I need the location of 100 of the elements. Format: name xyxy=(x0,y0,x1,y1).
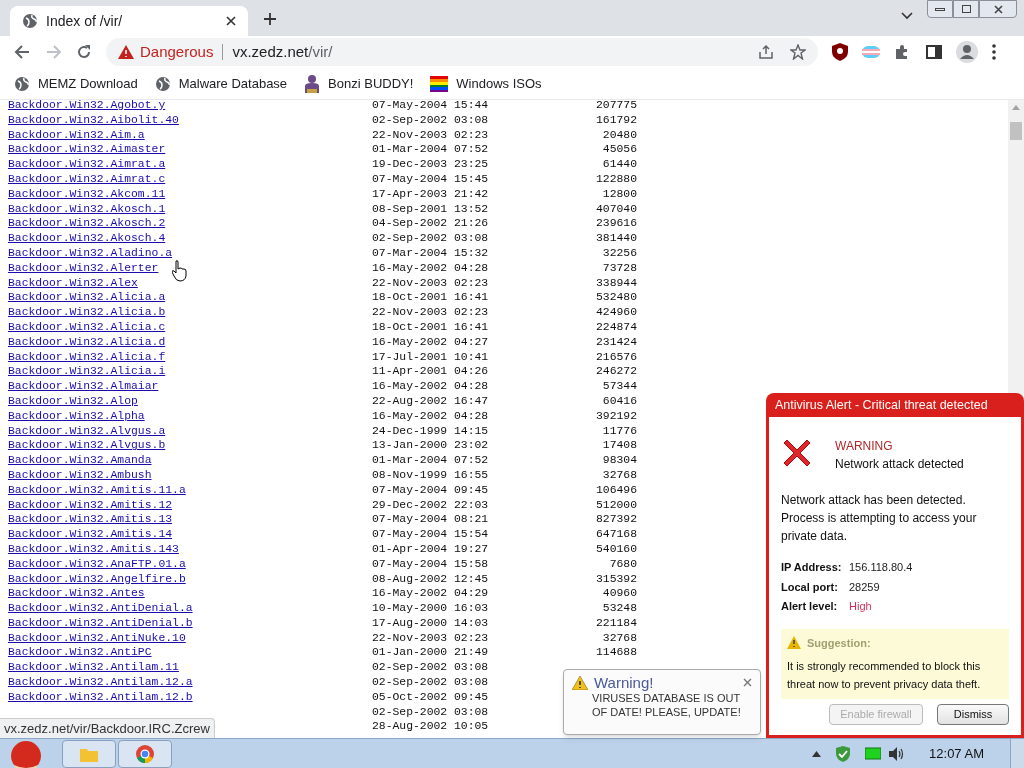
file-link[interactable]: Backdoor.Win32.AntiDenial.a xyxy=(8,602,193,615)
file-link[interactable]: Backdoor.Win32.Aimrat.a xyxy=(8,158,166,171)
file-link[interactable]: Backdoor.Win32.Almaiar xyxy=(8,380,159,393)
reload-icon[interactable] xyxy=(76,44,92,60)
file-link[interactable]: Backdoor.Win32.Alicia.i xyxy=(8,365,166,378)
file-link[interactable]: Backdoor.Win32.Akosch.1 xyxy=(8,202,166,215)
bookmark-link[interactable]: MEMZ Download xyxy=(14,73,138,94)
shield-icon[interactable] xyxy=(836,745,851,762)
date-cell-text: 17-Aug-2000 14:03 xyxy=(372,615,490,631)
date-cell-text: 02-Sep-2002 03:08 xyxy=(372,704,490,720)
file-link[interactable]: Backdoor.Win32.Amitis.14 xyxy=(8,528,173,541)
tray-arrow-icon[interactable] xyxy=(812,750,822,757)
size-cell: 53248 xyxy=(602,602,637,615)
date-cell-text: 01-Mar-2004 07:52 xyxy=(372,453,490,468)
size-cell: 73728 xyxy=(602,261,637,274)
file-link[interactable]: Backdoor.Win32.Aimrat.c xyxy=(8,173,166,185)
date-cell-text: 07-Mar-2004 15:32 xyxy=(372,245,490,261)
file-link[interactable]: Backdoor.Win32.Alop xyxy=(8,394,138,407)
dialog-button[interactable]: Dismiss xyxy=(937,704,1009,725)
toast-title: Warning! xyxy=(594,673,654,692)
file-link[interactable]: Backdoor.Win32.AntiDenial.b xyxy=(8,616,193,629)
new-tab-icon[interactable] xyxy=(264,13,276,25)
file-link[interactable]: Backdoor.Win32.AntiNuke.10 xyxy=(8,631,186,644)
clock[interactable]: 12:07 AM xyxy=(929,743,984,764)
file-link[interactable]: Backdoor.Win32.Amitis.143 xyxy=(8,542,179,555)
size-cell: 216576 xyxy=(596,350,637,363)
file-link[interactable]: Backdoor.Win32.Antilam.12.a xyxy=(8,676,193,689)
file-link[interactable]: Backdoor.Win32.Alvgus.a xyxy=(8,424,166,437)
file-link[interactable]: Backdoor.Win32.Alicia.d xyxy=(8,335,166,348)
warning-subheading: Network attack detected xyxy=(835,456,964,473)
file-link[interactable]: Backdoor.Win32.Antilam.12.b xyxy=(8,690,193,703)
bookmark-link[interactable]: Windows ISOs xyxy=(430,73,542,94)
date-cell-text: 22-Nov-2003 02:23 xyxy=(372,127,490,143)
globe-icon xyxy=(14,75,30,92)
size-cell: 98304 xyxy=(602,454,637,467)
date-cell-text: 08-Aug-2002 12:45 xyxy=(372,571,490,587)
date-cell-text: 22-Nov-2003 02:23 xyxy=(372,305,490,320)
file-link[interactable]: Backdoor.Win32.Aimaster xyxy=(8,143,166,156)
file-link[interactable]: Backdoor.Win32.AnaFTP.01.a xyxy=(8,557,186,570)
browser-tab[interactable]: Index of /vir/ xyxy=(10,6,248,36)
file-link[interactable]: Backdoor.Win32.Antes xyxy=(8,587,145,600)
hand-cursor-icon xyxy=(172,260,188,282)
scrollbar-thumb[interactable] xyxy=(1010,122,1022,140)
date-cell-text: 22-Nov-2003 02:23 xyxy=(372,630,490,646)
date-cell-text: 02-Sep-2002 03:08 xyxy=(372,231,490,246)
date-cell-text: 01-Mar-2004 07:52 xyxy=(372,142,490,158)
file-link[interactable]: Backdoor.Win32.Alex xyxy=(8,276,138,289)
chrome-taskbar-button[interactable] xyxy=(118,739,172,768)
file-link[interactable]: Backdoor.Win32.Alvgus.b xyxy=(8,439,166,452)
speaker-icon[interactable] xyxy=(889,746,906,761)
file-link[interactable]: Backdoor.Win32.Alicia.c xyxy=(8,320,166,333)
file-link[interactable]: Backdoor.Win32.Akosch.4 xyxy=(8,232,166,245)
file-link[interactable]: Backdoor.Win32.Amitis.11.a xyxy=(8,483,186,496)
file-link[interactable]: Backdoor.Win32.Amitis.12 xyxy=(8,498,173,511)
share-icon[interactable] xyxy=(758,44,774,60)
minimize-button[interactable] xyxy=(927,0,953,18)
profile-icon[interactable] xyxy=(956,41,978,63)
file-link[interactable]: Backdoor.Win32.Akosch.2 xyxy=(8,217,166,230)
date-cell-text: 18-Oct-2001 16:41 xyxy=(372,319,490,335)
file-link[interactable]: Backdoor.Win32.Akcom.11 xyxy=(8,187,166,200)
date-cell-text: 29-Dec-2002 22:03 xyxy=(372,497,490,513)
menu-icon[interactable] xyxy=(992,44,996,60)
date-cell-text: 17-Apr-2003 21:42 xyxy=(372,186,490,202)
size-cell: 647168 xyxy=(596,528,637,541)
size-cell: 17408 xyxy=(602,439,637,452)
size-cell: 424960 xyxy=(596,306,637,319)
file-link[interactable]: Backdoor.Win32.Alpha xyxy=(8,409,145,422)
file-link[interactable]: Backdoor.Win32.Angelfire.b xyxy=(8,572,186,585)
chevron-icon[interactable] xyxy=(901,12,913,20)
side-panel-icon[interactable] xyxy=(926,44,942,60)
close-icon[interactable] xyxy=(226,16,236,26)
file-link[interactable]: Backdoor.Win32.Aim.a xyxy=(8,128,145,141)
file-link[interactable]: Backdoor.Win32.Antilam.11 xyxy=(8,661,179,674)
file-link[interactable]: Backdoor.Win32.Alicia.a xyxy=(8,291,166,304)
size-cell: 32768 xyxy=(602,631,637,644)
globe-icon xyxy=(154,75,171,92)
file-link[interactable]: Backdoor.Win32.Agobot.y xyxy=(8,100,166,111)
address-bar[interactable]: Dangerous vx.zedz.net/vir/ xyxy=(106,38,818,66)
warning-icon xyxy=(787,636,801,650)
size-cell: 32768 xyxy=(602,468,637,481)
bookmark-link[interactable]: Bonzi BUDDY! xyxy=(304,73,414,94)
file-link[interactable]: Backdoor.Win32.Aladino.a xyxy=(8,246,173,259)
file-link[interactable]: Backdoor.Win32.Alicia.b xyxy=(8,306,166,319)
file-link[interactable]: Backdoor.Win32.Alicia.f xyxy=(8,350,166,363)
size-cell: 246272 xyxy=(596,365,637,378)
puzzle-icon[interactable] xyxy=(894,44,910,60)
size-cell: 45056 xyxy=(602,143,637,156)
shield-extension-icon[interactable] xyxy=(832,43,848,61)
file-link[interactable]: Backdoor.Win32.Ambush xyxy=(8,468,152,481)
star-icon[interactable] xyxy=(790,44,806,60)
bookmark-link[interactable]: Malware Database xyxy=(154,73,288,94)
file-link[interactable]: Backdoor.Win32.Aibolit.40 xyxy=(8,113,179,126)
restore-button[interactable] xyxy=(953,0,979,18)
file-link[interactable]: Backdoor.Win32.Alerter xyxy=(8,261,159,274)
size-cell: 60416 xyxy=(602,394,637,407)
file-link[interactable]: Backdoor.Win32.Amitis.13 xyxy=(8,513,173,526)
back-icon[interactable] xyxy=(14,44,30,60)
file-link[interactable]: Backdoor.Win32.AntiPC xyxy=(8,646,152,659)
window-close-button[interactable] xyxy=(979,0,1017,18)
file-link[interactable]: Backdoor.Win32.Amanda xyxy=(8,454,152,467)
